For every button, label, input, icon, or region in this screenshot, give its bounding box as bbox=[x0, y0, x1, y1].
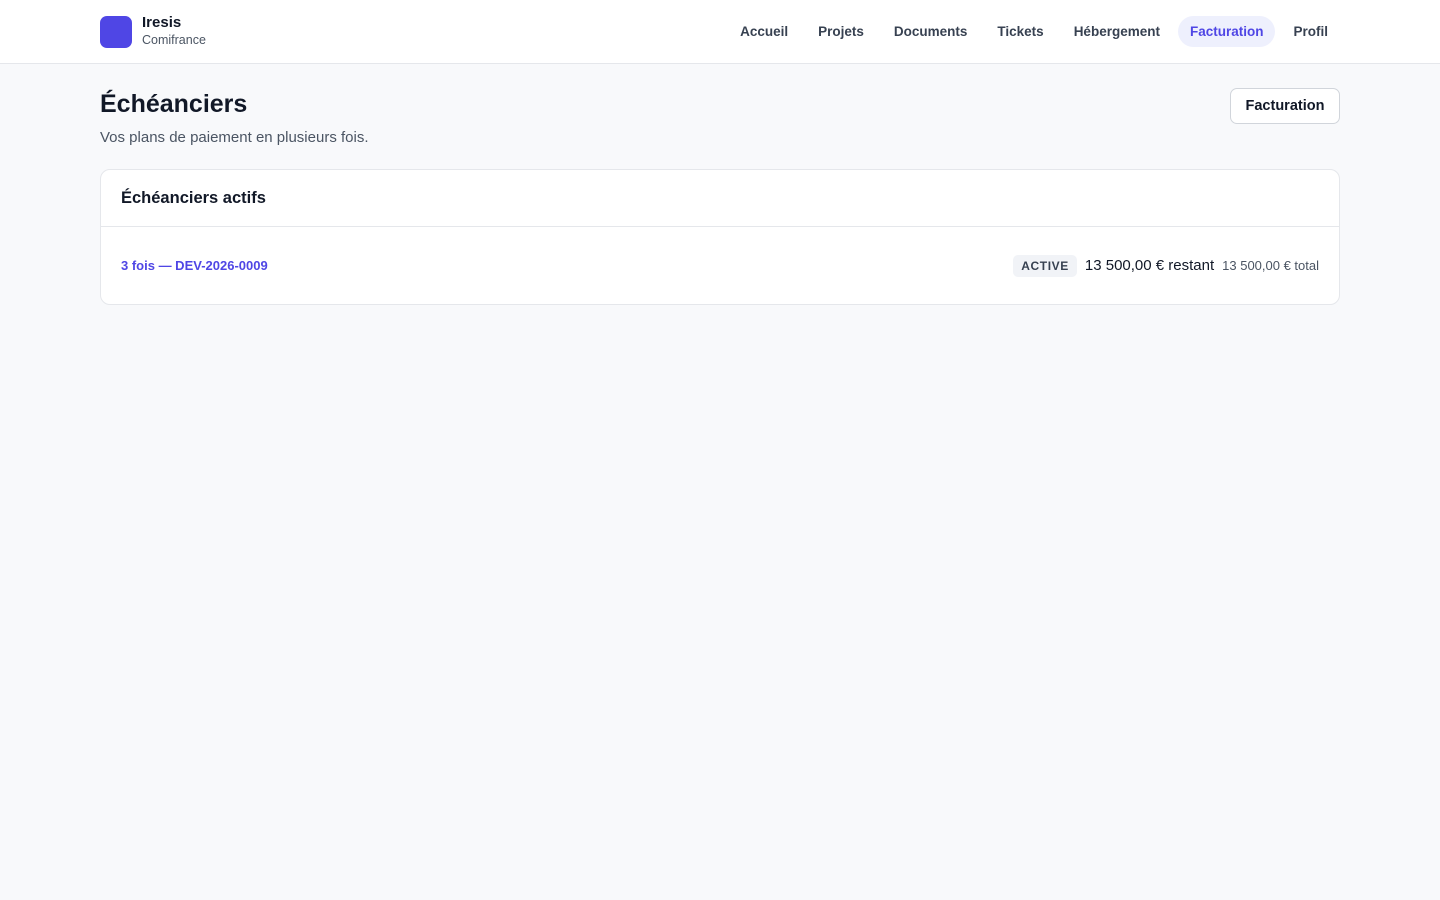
nav-item-profil[interactable]: Profil bbox=[1281, 16, 1340, 47]
page-subtitle: Vos plans de paiement en plusieurs fois. bbox=[100, 129, 369, 146]
nav-item-hebergement[interactable]: Hébergement bbox=[1062, 16, 1172, 47]
top-bar: Iresis Comifrance Accueil Projets Docume… bbox=[0, 0, 1440, 64]
nav-item-projets[interactable]: Projets bbox=[806, 16, 876, 47]
remaining-amount: 13 500,00 € restant bbox=[1084, 257, 1215, 274]
brand-subtitle: Comifrance bbox=[142, 33, 206, 47]
brand-logo bbox=[100, 16, 132, 48]
card-title: Échéanciers actifs bbox=[121, 188, 266, 207]
plan-link[interactable]: 3 fois — DEV-2026-0009 bbox=[121, 258, 268, 273]
brand[interactable]: Iresis Comifrance bbox=[100, 14, 206, 50]
nav-item-tickets[interactable]: Tickets bbox=[985, 16, 1055, 47]
total-amount: 13 500,00 € total bbox=[1222, 258, 1319, 273]
card-header: Échéanciers actifs bbox=[101, 170, 1339, 227]
list-item: 3 fois — DEV-2026-0009 ACTIVE 13 500,00 … bbox=[101, 227, 1339, 304]
main-nav: Accueil Projets Documents Tickets Héberg… bbox=[722, 16, 1340, 47]
brand-name: Iresis bbox=[142, 14, 182, 31]
status-badge: ACTIVE bbox=[1013, 254, 1077, 277]
active-plans-card: Échéanciers actifs 3 fois — DEV-2026-000… bbox=[100, 169, 1340, 305]
facturation-button[interactable]: Facturation bbox=[1230, 88, 1340, 124]
plan-amounts: ACTIVE 13 500,00 € restant 13 500,00 € t… bbox=[1013, 254, 1319, 277]
nav-item-accueil[interactable]: Accueil bbox=[728, 16, 800, 47]
page-title: Échéanciers bbox=[100, 90, 248, 118]
brand-text: Iresis Comifrance bbox=[142, 14, 206, 50]
nav-item-documents[interactable]: Documents bbox=[882, 16, 980, 47]
nav-item-facturation[interactable]: Facturation bbox=[1177, 16, 1276, 47]
